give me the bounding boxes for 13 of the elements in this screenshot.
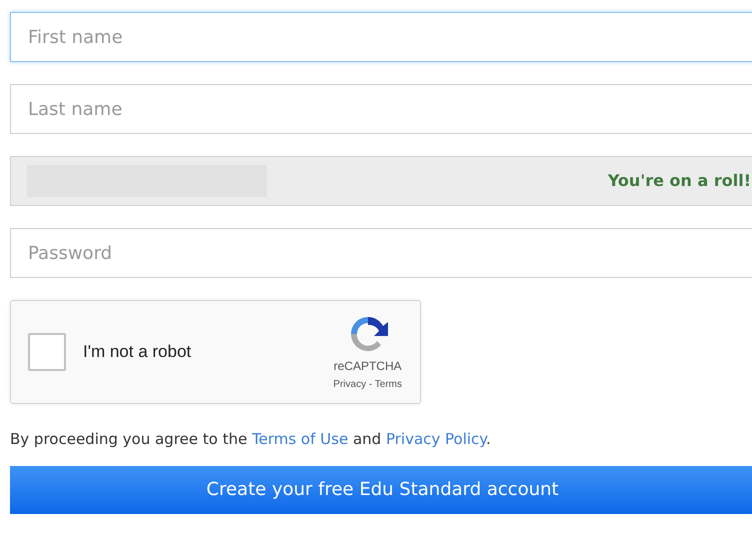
checkbox[interactable] — [28, 333, 66, 371]
text-field[interactable]: First name — [10, 12, 752, 62]
captcha-links[interactable]: Privacy - Terms — [333, 376, 402, 392]
text-field[interactable]: Last name — [10, 84, 752, 134]
link[interactable]: Privacy Policy — [386, 430, 486, 448]
checkbox-label: I'm not a robot — [83, 341, 192, 364]
link[interactable]: Terms of Use — [252, 430, 348, 448]
agreement-text: By proceeding you agree to the Terms of Use and Privacy Policy. — [10, 429, 492, 450]
text-field[interactable]: Password — [10, 228, 752, 278]
email-field[interactable]: You're on a roll! — [10, 156, 752, 206]
captcha-brand: reCAPTCHA — [334, 358, 402, 374]
create-account-button[interactable]: Create your free Edu Standard account — [10, 466, 752, 514]
status-message: You're on a roll! — [608, 170, 751, 192]
